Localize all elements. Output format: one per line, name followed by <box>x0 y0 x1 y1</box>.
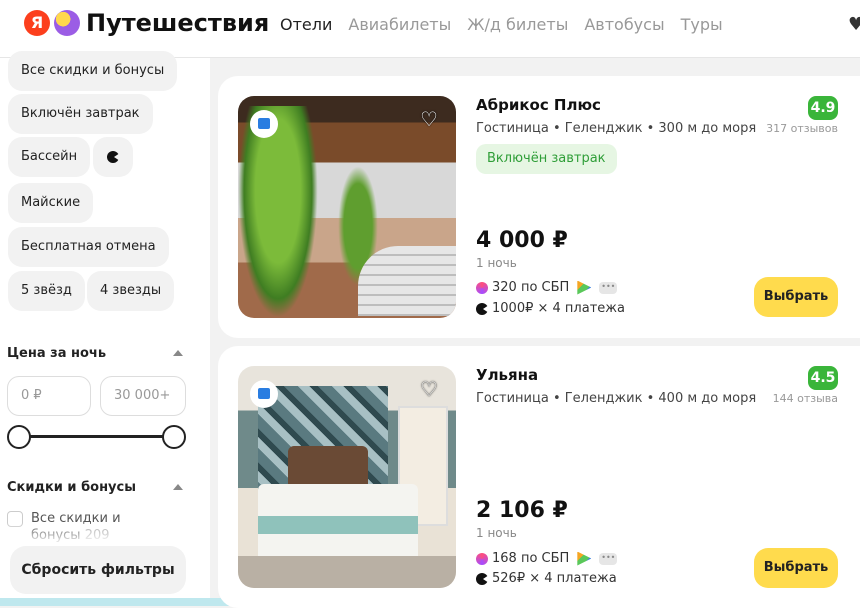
chip-free-cancel[interactable]: Бесплатная отмена <box>8 227 169 267</box>
top-header: Я Путешествия Отели Авиабилеты Ж/д билет… <box>0 0 860 58</box>
chip-5-stars[interactable]: 5 звёзд <box>8 271 85 311</box>
nav-buses[interactable]: Автобусы <box>584 15 664 34</box>
choose-button[interactable]: Выбрать <box>754 277 838 317</box>
installment-text: 526₽ × 4 платежа <box>492 571 617 586</box>
sbp-bonus-row: 320 по СБП ••• <box>476 280 618 295</box>
reset-filters-button[interactable]: Сбросить фильтры <box>10 546 186 594</box>
hotel-name[interactable]: Ульяна <box>476 366 538 384</box>
split-pay-icon <box>476 572 489 585</box>
split-pay-icon <box>476 302 489 315</box>
hotel-card[interactable]: ♡ Абрикос Плюс Гостиница • Геленджик • 3… <box>218 76 860 338</box>
thumbs-up-icon <box>250 380 278 408</box>
price-to-input[interactable]: 30 000+ <box>100 376 186 416</box>
sbp-bonus-text: 320 по СБП <box>492 280 570 295</box>
price-slider-max-handle[interactable] <box>162 425 186 449</box>
chip-4-stars[interactable]: 4 звезды <box>87 271 175 311</box>
more-icon[interactable]: ••• <box>599 281 618 294</box>
chip-may-holidays[interactable]: Майские <box>8 183 94 223</box>
more-icon[interactable]: ••• <box>599 552 618 565</box>
hotel-name[interactable]: Абрикос Плюс <box>476 96 601 114</box>
sidebar-fade <box>0 523 210 545</box>
hotel-card[interactable]: ♡ Ульяна Гостиница • Геленджик • 400 м д… <box>218 346 860 608</box>
sbp-icon <box>577 551 592 566</box>
plus-pacman-icon <box>107 151 120 163</box>
hotel-photo[interactable]: ♡ <box>238 96 456 318</box>
rating-badge: 4.9 <box>808 96 838 120</box>
plus-points-icon <box>476 552 488 565</box>
hotel-photo[interactable]: ♡ <box>238 366 456 588</box>
main-nav: Отели Авиабилеты Ж/д билеты Автобусы Тур… <box>280 15 723 34</box>
price-slider-track[interactable] <box>18 435 174 438</box>
thumbs-up-icon <box>250 110 278 138</box>
brand-title[interactable]: Путешествия <box>86 9 269 37</box>
travel-globe-icon[interactable] <box>54 10 80 36</box>
yandex-logo-icon[interactable]: Я <box>24 10 50 36</box>
reviews-count[interactable]: 317 отзывов <box>766 122 838 135</box>
hotel-meta: Гостиница • Геленджик • 300 м до моря <box>476 121 757 136</box>
nights: 1 ночь <box>476 256 517 270</box>
heart-icon[interactable]: ♡ <box>418 378 440 400</box>
nav-flights[interactable]: Авиабилеты <box>348 15 451 34</box>
nights: 1 ночь <box>476 526 517 540</box>
price-slider-min-handle[interactable] <box>7 425 31 449</box>
chip-all-discounts[interactable]: Все скидки и бонусы <box>8 51 178 91</box>
heart-icon[interactable]: ♡ <box>418 108 440 130</box>
nav-trains[interactable]: Ж/д билеты <box>467 15 568 34</box>
price-from-input[interactable]: 0 ₽ <box>7 376 91 416</box>
installment-row: 526₽ × 4 платежа <box>476 571 617 586</box>
installment-row: 1000₽ × 4 платежа <box>476 301 625 316</box>
hotel-meta: Гостиница • Геленджик • 400 м до моря <box>476 391 757 406</box>
discounts-section-title: Скидки и бонусы <box>7 480 136 495</box>
rating-badge: 4.5 <box>808 366 838 390</box>
installment-text: 1000₽ × 4 платежа <box>492 301 625 316</box>
breakfast-tag: Включён завтрак <box>476 144 617 174</box>
nav-hotels[interactable]: Отели <box>280 15 332 34</box>
sbp-icon <box>577 280 592 295</box>
chip-breakfast[interactable]: Включён завтрак <box>8 94 153 134</box>
nav-tours[interactable]: Туры <box>681 15 723 34</box>
sbp-bonus-row: 168 по СБП ••• <box>476 551 618 566</box>
collapse-price-icon[interactable] <box>173 350 183 356</box>
price: 2 106 ₽ <box>476 498 568 523</box>
plus-points-icon <box>476 281 488 294</box>
sbp-bonus-text: 168 по СБП <box>492 551 570 566</box>
price: 4 000 ₽ <box>476 228 568 253</box>
price-section-title: Цена за ночь <box>7 346 107 361</box>
chip-plus-icon-filter[interactable] <box>93 137 133 177</box>
collapse-discounts-icon[interactable] <box>173 484 183 490</box>
favorites-heart-icon[interactable]: ♥ <box>848 14 860 35</box>
reviews-count[interactable]: 144 отзыва <box>773 392 838 405</box>
chip-pool[interactable]: Бассейн <box>8 137 91 177</box>
choose-button[interactable]: Выбрать <box>754 548 838 588</box>
